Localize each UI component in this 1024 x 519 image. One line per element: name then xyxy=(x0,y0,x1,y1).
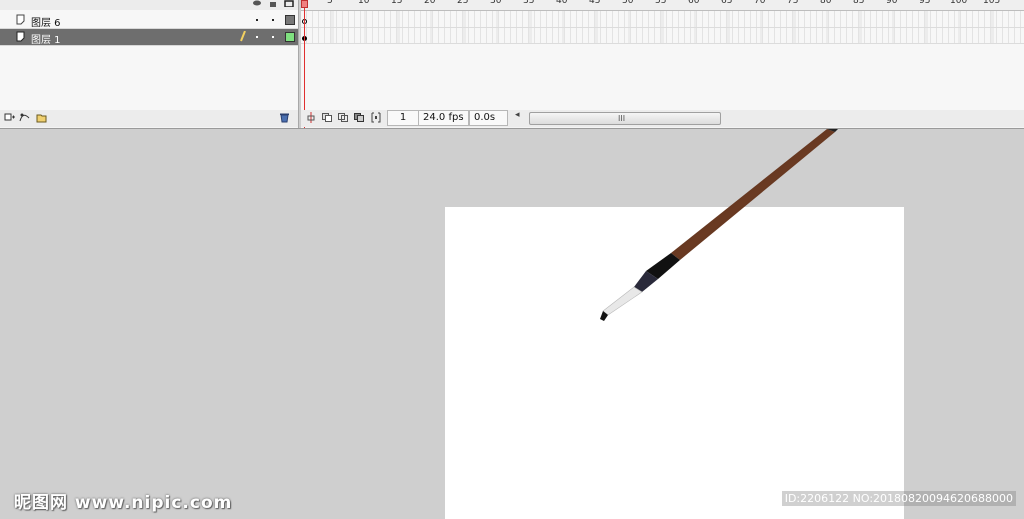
stage-area[interactable]: 昵图网 www.nipic.com ID:2206122 NO:20180820… xyxy=(0,129,1024,519)
layer-name: 图层 1 xyxy=(31,35,61,46)
ruler-label: 30 xyxy=(490,0,502,6)
layer-icon xyxy=(16,31,25,42)
playhead-handle[interactable] xyxy=(301,0,308,8)
ruler-label: 55 xyxy=(655,0,667,6)
trash-icon[interactable] xyxy=(279,112,290,123)
horizontal-scrollbar[interactable]: III xyxy=(529,112,721,125)
layer-row-selected[interactable]: 图层 1 xyxy=(0,29,298,46)
watermark-logo: 昵图网 www.nipic.com xyxy=(14,493,233,513)
ruler-label: 25 xyxy=(457,0,469,6)
center-frame-icon[interactable] xyxy=(306,112,316,123)
scrollbar-grip[interactable]: III xyxy=(618,113,625,124)
eye-icon[interactable] xyxy=(252,0,262,7)
layer-row[interactable]: 图层 6 xyxy=(0,12,298,29)
layer-list: 图层 6 图层 1 xyxy=(0,10,298,110)
ruler-label: 85 xyxy=(853,0,865,6)
lock-icon[interactable] xyxy=(268,0,278,7)
layer-toolbar xyxy=(0,110,298,127)
visibility-dot[interactable] xyxy=(256,19,258,21)
layer-icon xyxy=(16,14,25,25)
elapsed-time-field: 0.0s xyxy=(469,110,508,126)
onion-skin-icon[interactable] xyxy=(322,112,332,123)
insert-folder-icon[interactable] xyxy=(36,112,47,123)
frame-rate-field[interactable]: 24.0 fps xyxy=(418,110,469,126)
ruler-label: 35 xyxy=(523,0,535,6)
ruler-label: 100 xyxy=(950,0,968,6)
layer-header xyxy=(0,0,298,10)
ruler-label: 75 xyxy=(787,0,799,6)
pencil-icon xyxy=(240,31,246,42)
edit-multiple-frames-icon[interactable] xyxy=(354,112,364,123)
layer-name: 图层 6 xyxy=(31,18,61,29)
add-motion-guide-icon[interactable] xyxy=(19,112,30,123)
visibility-dot[interactable] xyxy=(256,36,258,38)
ruler-label: 10 xyxy=(358,0,370,6)
current-frame-field[interactable]: 1 xyxy=(387,110,419,126)
onion-skin-outlines-icon[interactable] xyxy=(338,112,348,123)
watermark-id: ID:2206122 NO:20180820094620688000 xyxy=(781,491,1016,506)
timeline-panel: 图层 6 图层 1 5 10 15 20 25 30 35 40 45 50 55 60 65 70 75 8… xyxy=(0,0,1024,129)
ruler-label: 40 xyxy=(556,0,568,6)
ruler-label: 105 xyxy=(983,0,1001,6)
frame-ruler[interactable]: 5 10 15 20 25 30 35 40 45 50 55 60 65 70 75 80 85 90 95 100… xyxy=(301,0,1024,11)
ruler-label: 65 xyxy=(721,0,733,6)
insert-layer-icon[interactable] xyxy=(4,112,15,123)
ruler-label: 50 xyxy=(622,0,634,6)
frame-area[interactable]: 5 10 15 20 25 30 35 40 45 50 55 60 65 70 75 80 85 90 95 100… xyxy=(301,0,1024,128)
scroll-left-arrow-icon[interactable]: ◂ xyxy=(515,110,520,120)
ruler-label: 5 xyxy=(327,0,333,6)
outline-color-swatch[interactable] xyxy=(285,32,295,42)
lock-dot[interactable] xyxy=(272,19,274,21)
ruler-label: 15 xyxy=(391,0,403,6)
ruler-label: 45 xyxy=(589,0,601,6)
ruler-label: 60 xyxy=(688,0,700,6)
outline-color-swatch[interactable] xyxy=(285,15,295,25)
ruler-label: 20 xyxy=(424,0,436,6)
lock-dot[interactable] xyxy=(272,36,274,38)
playhead[interactable] xyxy=(304,0,305,128)
frame-grid[interactable] xyxy=(301,11,1024,44)
timeline-status-bar: 1 24.0 fps 0.0s ◂ III xyxy=(301,110,1024,127)
ruler-label: 80 xyxy=(820,0,832,6)
calligraphy-brush-image[interactable] xyxy=(0,129,1024,519)
ruler-label: 95 xyxy=(919,0,931,6)
modify-onion-markers-icon[interactable] xyxy=(371,112,381,123)
outline-icon[interactable] xyxy=(284,0,294,7)
ruler-label: 70 xyxy=(754,0,766,6)
ruler-label: 90 xyxy=(886,0,898,6)
